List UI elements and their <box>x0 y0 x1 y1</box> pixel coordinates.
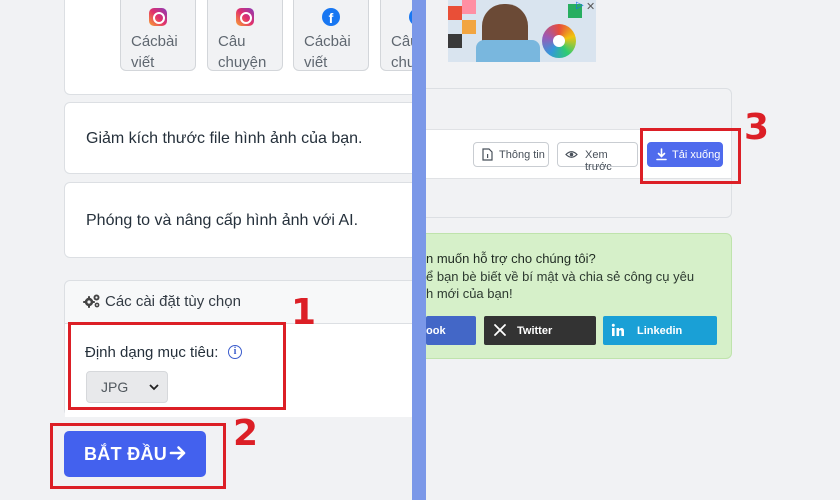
instagram-posts-label: Cácbài viết <box>131 33 178 71</box>
facebook-stories-label: Câu chuyện <box>391 33 412 71</box>
x-twitter-icon <box>494 324 506 336</box>
support-box: n muốn hỗ trợ cho chúng tôi? ể bạn bè bi… <box>426 233 732 359</box>
support-text-line2: h mới của bạn! <box>426 286 513 301</box>
annotation-box-3 <box>640 128 741 184</box>
ad-pattern <box>448 34 462 48</box>
facebook-share-button[interactable]: ook <box>426 316 476 345</box>
annotation-box-2 <box>50 423 226 489</box>
facebook-posts-button[interactable]: f Cácbài viết <box>293 0 369 71</box>
linkedin-share-label: Linkedin <box>637 325 683 337</box>
file-info-icon <box>482 148 493 161</box>
settings-title: Các cài đặt tùy chọn <box>105 293 241 310</box>
ad-pattern <box>448 6 462 20</box>
ad-close-icon[interactable]: ✕ <box>586 0 595 13</box>
gears-icon <box>83 294 100 308</box>
instagram-icon <box>236 8 254 26</box>
twitter-share-label: Twitter <box>517 325 553 337</box>
preview-button[interactable]: Xem trước <box>557 142 638 173</box>
upscale-option-card[interactable]: Phóng to và nâng cấp hình ảnh với AI. <box>64 182 412 258</box>
instagram-icon <box>149 8 167 26</box>
split-divider <box>412 0 426 500</box>
linkedin-share-button[interactable]: Linkedin <box>603 316 717 345</box>
facebook-icon: f <box>322 8 340 26</box>
support-title: n muốn hỗ trợ cho chúng tôi? <box>426 251 596 266</box>
instagram-posts-button[interactable]: Cácbài viết <box>120 0 196 71</box>
twitter-share-button[interactable]: Twitter <box>484 316 596 345</box>
instagram-stories-button[interactable]: Câu chuyện <box>207 0 283 71</box>
annotation-number-3: 3 <box>744 107 770 148</box>
instagram-stories-label: Câu chuyện <box>218 33 267 71</box>
preview-button-label: Xem trước <box>585 149 612 173</box>
annotation-box-1 <box>68 322 286 410</box>
facebook-posts-label: Cácbài viết <box>304 33 351 71</box>
ad-pattern <box>462 20 476 34</box>
annotation-number-1: 1 <box>291 292 317 333</box>
eye-icon <box>565 151 578 158</box>
advertisement-image[interactable] <box>448 0 596 62</box>
settings-header[interactable]: Các cài đặt tùy chọn <box>65 281 412 323</box>
support-text-line1: ể bạn bè biết về bí mật và chia sẻ công … <box>426 269 695 284</box>
ad-pattern <box>462 0 476 14</box>
facebook-stories-button[interactable]: f Câu chuyện <box>380 0 412 71</box>
social-share-card: Cácbài viết Câu chuyện f Cácbài viết f C… <box>64 0 412 95</box>
linkedin-icon <box>611 323 624 336</box>
compress-option-card[interactable]: Giảm kích thước file hình ảnh của bạn. <box>64 102 412 174</box>
annotation-number-2: 2 <box>233 413 259 454</box>
upscale-option-text: Phóng to và nâng cấp hình ảnh với AI. <box>86 212 359 229</box>
info-button[interactable]: Thông tin <box>473 142 549 167</box>
facebook-share-label: ook <box>426 325 446 337</box>
ad-person-shirt <box>476 40 540 62</box>
info-button-label: Thông tin <box>499 149 545 161</box>
color-wheel-icon <box>542 24 576 58</box>
right-panel: ▷ ✕ Thông tin Xem trước Tải xuống n muốn… <box>426 0 840 500</box>
compress-option-text: Giảm kích thước file hình ảnh của bạn. <box>86 130 363 147</box>
